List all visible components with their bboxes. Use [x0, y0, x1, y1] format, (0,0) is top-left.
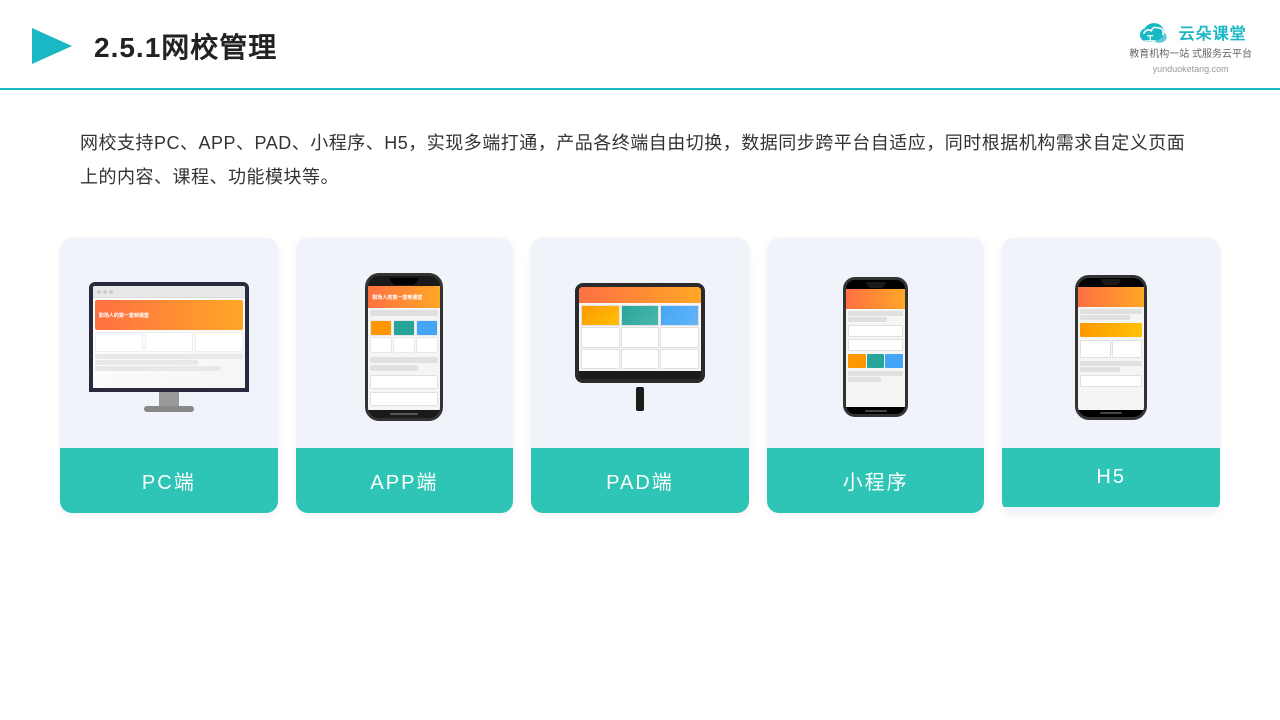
h5-phone-mockup — [1075, 275, 1147, 420]
card-label-app: APP端 — [296, 448, 514, 513]
header: 2.5.1网校管理 云朵课堂 教育机构一站 式服务云平台 yunduoketan… — [0, 0, 1280, 90]
card-label-miniprogram: 小程序 — [767, 448, 985, 513]
monitor-screen: 职场人的第一堂到课堂 — [89, 282, 249, 392]
card-miniprogram: 小程序 — [767, 238, 985, 513]
card-pad: PAD端 — [531, 238, 749, 513]
logo-url: yunduoketang.com — [1153, 64, 1229, 74]
page-title: 2.5.1网校管理 — [94, 26, 277, 66]
card-label-h5: H5 — [1002, 448, 1220, 507]
phone-app-body: 职场人的第一堂到课堂 — [365, 273, 443, 421]
header-left: 2.5.1网校管理 — [28, 22, 277, 70]
card-h5: H5 — [1002, 238, 1220, 513]
card-image-pc: 职场人的第一堂到课堂 — [60, 238, 278, 448]
description-text: 网校支持PC、APP、PAD、小程序、H5，实现多端打通，产品各终端自由切换，数… — [0, 90, 1280, 218]
card-label-pc: PC端 — [60, 448, 278, 513]
logo-text: 云朵课堂 — [1179, 20, 1247, 44]
tablet-body — [575, 283, 705, 383]
card-pc: 职场人的第一堂到课堂 — [60, 238, 278, 513]
phone-app-mockup: 职场人的第一堂到课堂 — [365, 273, 443, 421]
mini-phone-mockup — [843, 277, 908, 417]
card-app: 职场人的第一堂到课堂 — [296, 238, 514, 513]
logo-area: 云朵课堂 教育机构一站 式服务云平台 yunduoketang.com — [1129, 18, 1252, 74]
cloud-icon — [1135, 18, 1173, 46]
play-icon — [28, 22, 76, 70]
card-image-app: 职场人的第一堂到课堂 — [296, 238, 514, 448]
card-image-pad — [531, 238, 749, 448]
card-image-h5 — [1002, 238, 1220, 448]
cards-section: 职场人的第一堂到课堂 — [0, 218, 1280, 513]
tablet-mockup — [575, 283, 705, 411]
card-image-miniprogram — [767, 238, 985, 448]
card-label-pad: PAD端 — [531, 448, 749, 513]
pc-monitor-mockup: 职场人的第一堂到课堂 — [89, 282, 249, 412]
logo-cloud: 云朵课堂 — [1135, 18, 1247, 46]
logo-tagline: 教育机构一站 式服务云平台 — [1129, 48, 1252, 62]
